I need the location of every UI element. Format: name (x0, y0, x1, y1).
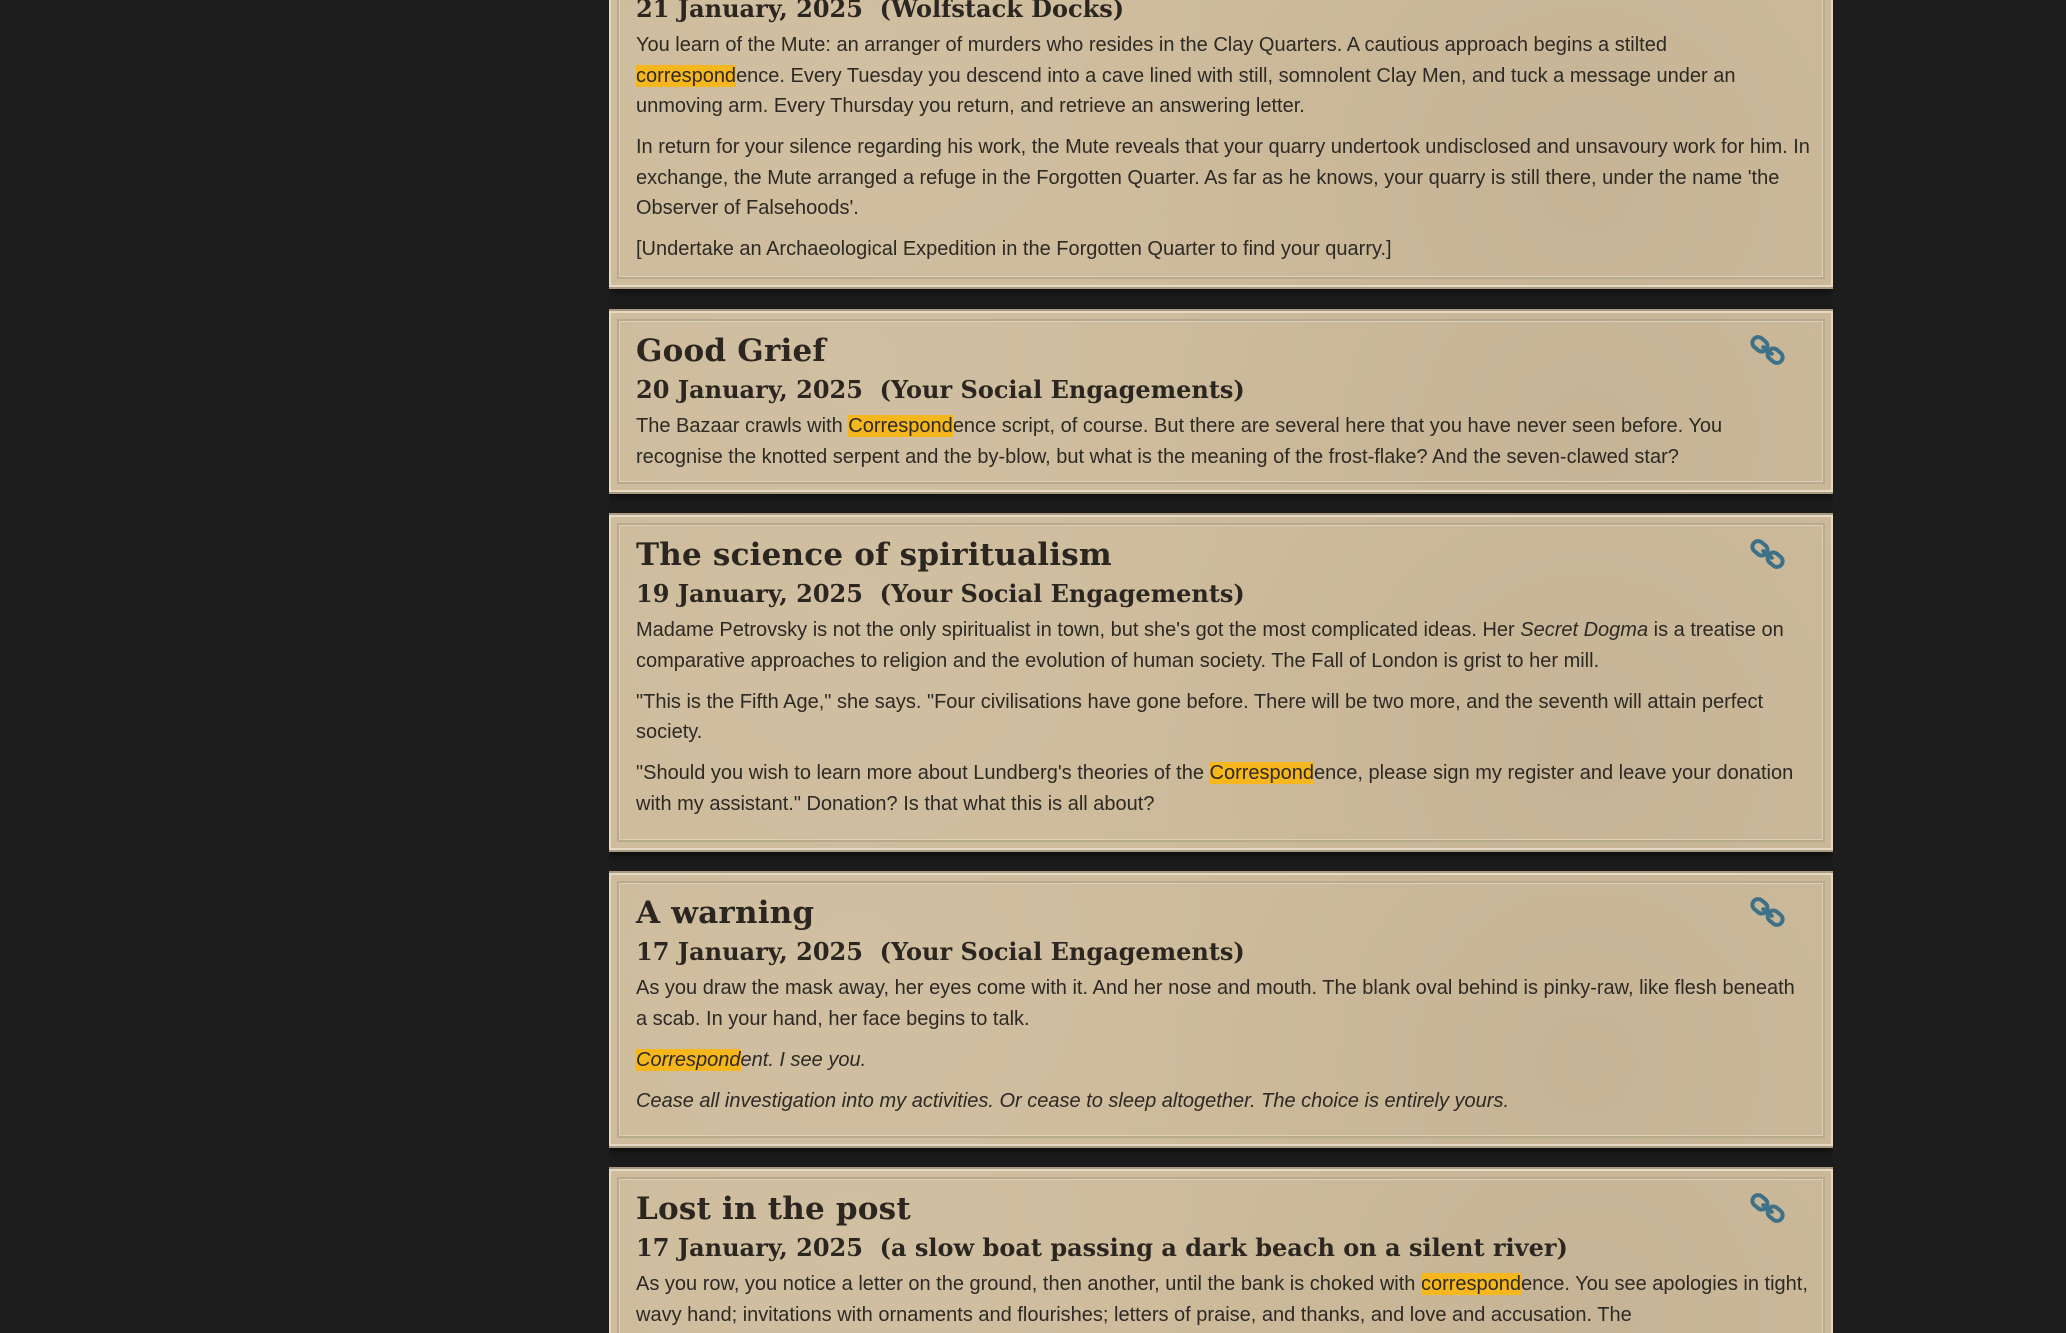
entry-body: You learn of the Mute: an arranger of mu… (636, 30, 1811, 265)
chain-link-icon (1750, 897, 1785, 927)
paragraph-text: Cease all investigation into my activiti… (636, 1089, 1510, 1112)
entry-date-location: 17 January, 2025 (Your Social Engagement… (636, 937, 1245, 966)
paragraph-text: ent. I see you. (740, 1048, 867, 1071)
journal-entry-science-of-spiritualism: The science of spiritualism 19 January, … (609, 515, 1833, 850)
entry-paragraph: [Undertake an Archaeological Expedition … (636, 234, 1811, 265)
entry-paragraph: Cease all investigation into my activiti… (636, 1086, 1811, 1117)
journal-feed: 21 January, 2025 (Wolfstack Docks) You l… (609, 0, 1833, 1333)
chain-link-icon (1750, 1193, 1785, 1223)
entry-body: The Bazaar crawls with Correspondence sc… (636, 411, 1811, 472)
journal-entry: 21 January, 2025 (Wolfstack Docks) You l… (609, 0, 1833, 287)
search-highlight: correspond (1420, 1273, 1522, 1295)
chain-link-icon (1750, 335, 1785, 365)
paragraph-text: Madame Petrovsky is not the only spiritu… (636, 619, 1521, 641)
paragraph-text: The Bazaar crawls with (636, 415, 849, 437)
journal-entry-a-warning: A warning 17 January, 2025 (Your Social … (609, 873, 1833, 1146)
search-highlight: Correspond (1209, 762, 1315, 784)
paragraph-text: As you draw the mask away, her eyes come… (636, 977, 1795, 1030)
link-icon[interactable] (1749, 331, 1787, 369)
entry-date-location: 21 January, 2025 (Wolfstack Docks) (636, 0, 1125, 23)
paragraph-text: ence. Every Tuesday you descend into a c… (636, 64, 1736, 118)
entry-date-location: 19 January, 2025 (Your Social Engagement… (636, 579, 1245, 608)
paragraph-text: In return for your silence regarding his… (636, 136, 1810, 219)
entry-paragraph: The Bazaar crawls with Correspondence sc… (636, 411, 1811, 472)
entry-title: Good Grief (636, 333, 826, 369)
entry-paragraph: As you draw the mask away, her eyes come… (636, 973, 1811, 1034)
paragraph-text: [Undertake an Archaeological Expedition … (636, 238, 1392, 260)
paragraph-text: Secret Dogma (1520, 619, 1649, 641)
entry-paragraph: In return for your silence regarding his… (636, 132, 1811, 224)
entry-body: Madame Petrovsky is not the only spiritu… (636, 615, 1811, 819)
paragraph-text: "This is the Fifth Age," she says. "Four… (636, 690, 1764, 744)
paragraph-text: "Should you wish to learn more about Lun… (636, 762, 1210, 784)
entry-paragraph: As you row, you notice a letter on the g… (636, 1269, 1811, 1330)
entry-paragraph: "This is the Fifth Age," she says. "Four… (636, 687, 1811, 748)
entry-paragraph: Madame Petrovsky is not the only spiritu… (636, 615, 1811, 676)
paragraph-text: You learn of the Mute: an arranger of mu… (636, 34, 1667, 56)
entry-title: The science of spiritualism (636, 537, 1112, 573)
entry-date-location: 17 January, 2025 (a slow boat passing a … (636, 1233, 1568, 1262)
entry-body: As you row, you notice a letter on the g… (636, 1269, 1811, 1330)
search-highlight: Correspond (636, 1048, 741, 1071)
entry-body: As you draw the mask away, her eyes come… (636, 973, 1811, 1116)
chain-link-icon (1750, 539, 1785, 569)
link-icon[interactable] (1749, 535, 1787, 573)
entry-title: A warning (636, 895, 815, 931)
journal-entry-good-grief: Good Grief 20 January, 2025 (Your Social… (609, 311, 1833, 492)
link-icon[interactable] (1749, 893, 1787, 931)
entry-date-location: 20 January, 2025 (Your Social Engagement… (636, 375, 1245, 404)
entry-title: Lost in the post (636, 1191, 911, 1227)
journal-entry-lost-in-the-post: Lost in the post 17 January, 2025 (a slo… (609, 1169, 1833, 1333)
paragraph-text: As you row, you notice a letter on the g… (636, 1273, 1421, 1295)
search-highlight: Correspond (848, 415, 953, 437)
link-icon[interactable] (1749, 1189, 1787, 1227)
entry-paragraph: You learn of the Mute: an arranger of mu… (636, 30, 1811, 122)
entry-paragraph: Correspondent. I see you. (636, 1045, 1811, 1076)
entry-paragraph: "Should you wish to learn more about Lun… (636, 758, 1811, 819)
search-highlight: correspond (636, 64, 737, 87)
